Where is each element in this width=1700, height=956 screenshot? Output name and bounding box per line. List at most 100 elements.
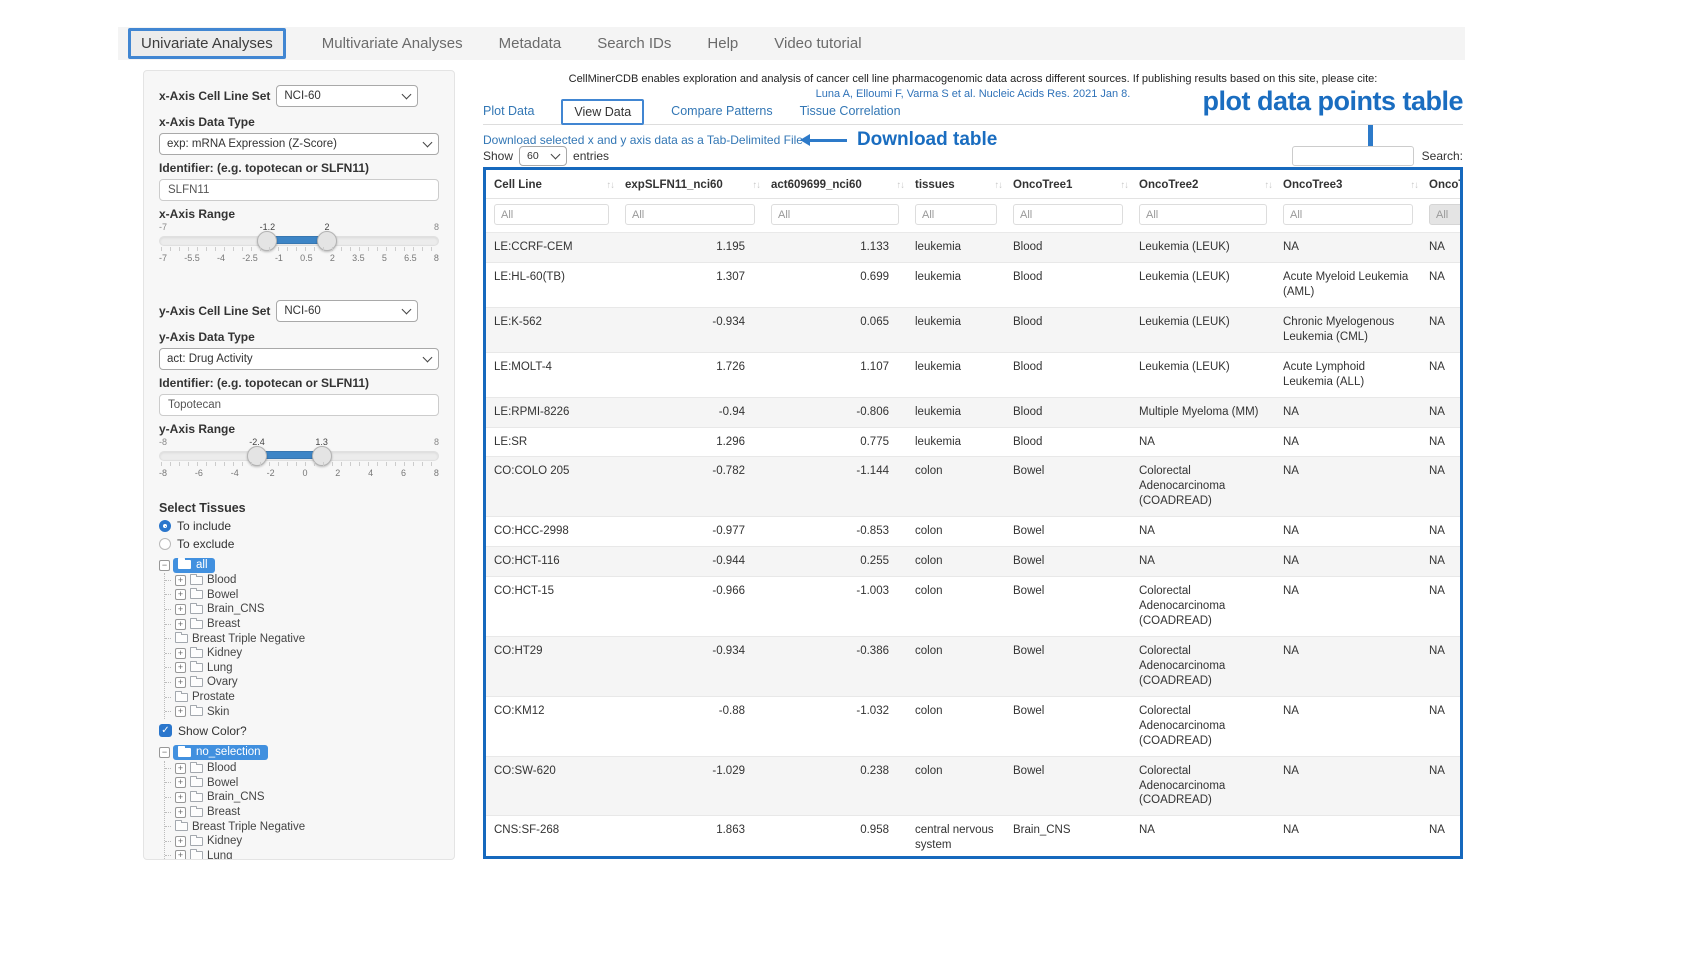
x-data-type-select[interactable]: exp: mRNA Expression (Z-Score) <box>159 133 439 155</box>
column-header-oncotree4[interactable]: OncoTree4↑↓ <box>1421 170 1463 199</box>
column-filter-input-oncotree4[interactable] <box>1429 204 1463 225</box>
tree-item-label: Breast <box>207 618 240 630</box>
expand-icon[interactable]: + <box>175 619 186 630</box>
table-row: CO:HCT-116-0.9440.255colonBowelNANANANA <box>486 547 1463 577</box>
tree-item-breast[interactable]: +Breast <box>165 805 439 820</box>
column-header-oncotree1[interactable]: OncoTree1↑↓ <box>1005 170 1131 199</box>
tree-item-brain-cns[interactable]: +Brain_CNS <box>165 602 439 617</box>
tree-connector <box>165 638 171 639</box>
radio-to-include[interactable]: To include <box>159 517 439 535</box>
column-filter-input-act609699-nci60[interactable] <box>771 204 899 225</box>
expand-icon[interactable]: + <box>175 677 186 688</box>
tree-item-brain-cns[interactable]: + Brain_CNS <box>165 790 439 805</box>
tree-item-breast[interactable]: + Breast <box>165 617 439 632</box>
collapse-icon[interactable]: − <box>159 560 170 571</box>
column-header-oncotree3[interactable]: OncoTree3↑↓ <box>1275 170 1421 199</box>
tree-item-blood[interactable]: +Blood <box>165 573 439 588</box>
expand-icon[interactable]: + <box>175 575 186 586</box>
radio-to-exclude[interactable]: To exclude <box>159 535 439 553</box>
column-filter-input-expslfn11-nci60[interactable] <box>625 204 755 225</box>
x-cell-line-set-select[interactable]: NCI-60 <box>276 85 418 107</box>
x-range-slider[interactable]: -78-1.22-7-5.5-4-2.5-10.523.556.58 <box>159 222 439 264</box>
expand-icon[interactable]: + <box>175 763 186 774</box>
tree-root-all[interactable]: all <box>173 558 215 573</box>
sort-icon[interactable]: ↑↓ <box>1265 180 1273 191</box>
chevron-down-icon <box>402 90 412 100</box>
expand-icon[interactable]: + <box>175 792 186 803</box>
tree-item-breast-triple-negative[interactable]: Breast Triple Negative <box>165 819 439 834</box>
tab-compare-patterns[interactable]: Compare Patterns <box>671 104 772 118</box>
expand-icon[interactable]: + <box>175 706 186 717</box>
download-tab-delimited-link[interactable]: Download selected x and y axis data as a… <box>483 133 803 147</box>
cell: -0.806 <box>763 397 907 427</box>
column-header-cell-line[interactable]: Cell Line↑↓ <box>486 170 617 199</box>
tree-item-bowel[interactable]: +Bowel <box>165 588 439 603</box>
nav-item-search-ids[interactable]: Search IDs <box>597 35 671 52</box>
y-identifier-input[interactable] <box>159 394 439 416</box>
expand-icon[interactable]: + <box>175 662 186 673</box>
nav-item-video-tutorial[interactable]: Video tutorial <box>774 35 861 52</box>
folder-icon <box>178 748 191 757</box>
tree-item-skin[interactable]: +Skin <box>165 704 439 719</box>
sort-icon[interactable]: ↑↓ <box>1411 180 1419 191</box>
tree-item-blood[interactable]: + Blood <box>165 761 439 776</box>
column-header-oncotree2[interactable]: OncoTree2↑↓ <box>1131 170 1275 199</box>
column-filter-input-tissues[interactable] <box>915 204 997 225</box>
nav-item-metadata[interactable]: Metadata <box>499 35 562 52</box>
nav-item-multivariate-analyses[interactable]: Multivariate Analyses <box>322 35 463 52</box>
expand-icon[interactable]: + <box>175 589 186 600</box>
cell: NA <box>1275 457 1421 517</box>
column-header-tissues[interactable]: tissues↑↓ <box>907 170 1005 199</box>
filter-row <box>486 199 1463 233</box>
tree-item-bowel[interactable]: +Bowel <box>165 776 439 791</box>
entries-select[interactable]: 60 <box>519 146 567 166</box>
cell: 1.296 <box>617 427 763 457</box>
nav-item-help[interactable]: Help <box>707 35 738 52</box>
tree-item-lung[interactable]: +Lung <box>165 849 439 861</box>
y-cell-line-set-select[interactable]: NCI-60 <box>276 300 418 322</box>
x-identifier-input[interactable] <box>159 179 439 201</box>
sort-icon[interactable]: ↑↓ <box>1121 180 1129 191</box>
tree-item-kidney[interactable]: +Kidney <box>165 834 439 849</box>
column-header-act609699-nci60[interactable]: act609699_nci60↑↓ <box>763 170 907 199</box>
cell: CO:COLO 205 <box>486 457 617 517</box>
column-filter-input-oncotree3[interactable] <box>1283 204 1413 225</box>
column-filter-input-oncotree2[interactable] <box>1139 204 1267 225</box>
collapse-icon[interactable]: − <box>159 747 170 758</box>
tab-view-data[interactable]: View Data <box>561 99 644 125</box>
y-data-type-select[interactable]: act: Drug Activity <box>159 348 439 370</box>
expand-icon[interactable]: + <box>175 604 186 615</box>
search-input[interactable] <box>1292 146 1414 166</box>
tree-item-label: Blood <box>207 762 236 774</box>
column-header-expslfn11-nci60[interactable]: expSLFN11_nci60↑↓ <box>617 170 763 199</box>
y-range-slider[interactable]: -88-2.41.3-8-6-4-202468 <box>159 437 439 479</box>
table-head: Cell Line↑↓expSLFN11_nci60↑↓act609699_nc… <box>486 170 1463 233</box>
expand-icon[interactable]: + <box>175 777 186 788</box>
tree-item-ovary[interactable]: +Ovary <box>165 675 439 690</box>
table-body: LE:CCRF-CEM1.1951.133leukemiaBloodLeukem… <box>486 233 1463 860</box>
folder-icon <box>190 793 203 802</box>
cell: NA <box>1421 636 1463 696</box>
column-filter-input-oncotree1[interactable] <box>1013 204 1123 225</box>
tree-item-prostate[interactable]: Prostate <box>165 690 439 705</box>
tree-item-label: Brain_CNS <box>207 791 265 803</box>
expand-icon[interactable]: + <box>175 850 186 860</box>
sort-icon[interactable]: ↑↓ <box>995 180 1003 191</box>
expand-icon[interactable]: + <box>175 807 186 818</box>
sort-icon[interactable]: ↑↓ <box>607 180 615 191</box>
sort-icon[interactable]: ↑↓ <box>753 180 761 191</box>
tree-item-breast-triple-negative[interactable]: Breast Triple Negative <box>165 631 439 646</box>
show-color-checkbox-row[interactable]: ✓ Show Color? <box>159 721 439 741</box>
expand-icon[interactable]: + <box>175 648 186 659</box>
tree-root-no_selection[interactable]: no_selection <box>173 745 268 760</box>
tree-item-lung[interactable]: +Lung <box>165 661 439 676</box>
tab-tissue-correlation[interactable]: Tissue Correlation <box>800 104 901 118</box>
column-filter-input-cell-line[interactable] <box>494 204 609 225</box>
tree-item-kidney[interactable]: +Kidney <box>165 646 439 661</box>
nav-item-univariate-analyses[interactable]: Univariate Analyses <box>128 28 286 59</box>
cell: -0.944 <box>617 547 763 577</box>
expand-icon[interactable]: + <box>175 836 186 847</box>
tab-plot-data[interactable]: Plot Data <box>483 104 534 118</box>
cell: LE:RPMI-8226 <box>486 397 617 427</box>
sort-icon[interactable]: ↑↓ <box>897 180 905 191</box>
